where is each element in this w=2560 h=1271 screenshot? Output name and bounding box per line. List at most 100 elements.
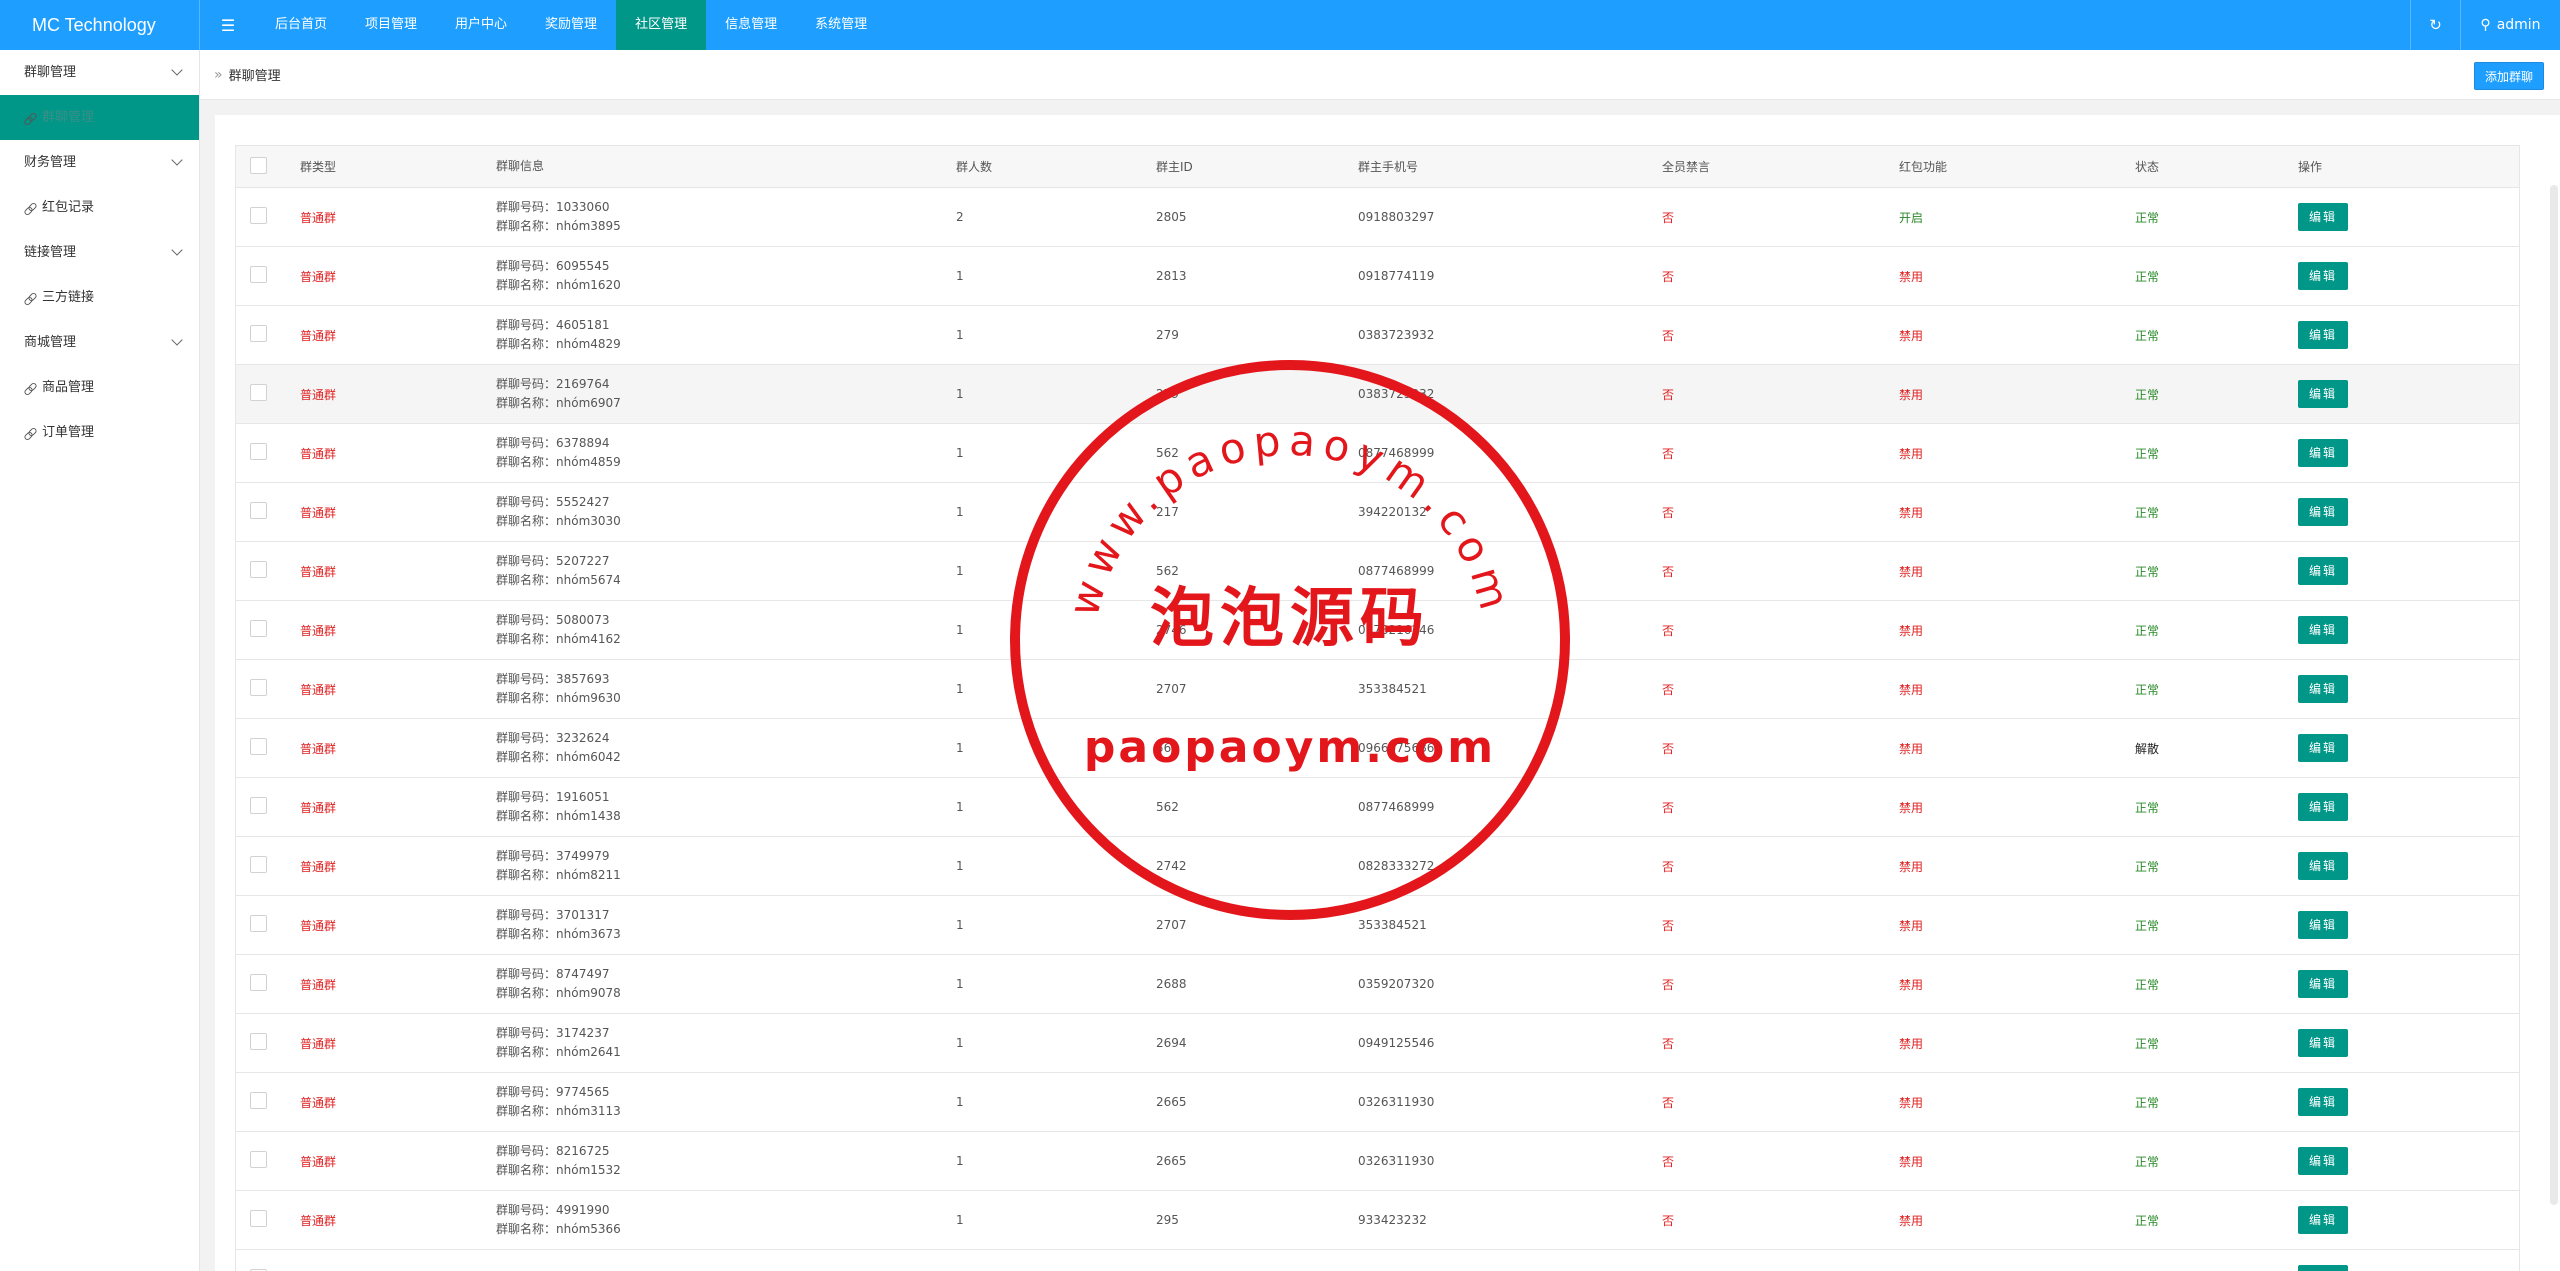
row-checkbox[interactable]: [250, 1210, 267, 1227]
user-menu[interactable]: ⚲ admin: [2460, 0, 2560, 50]
table-row: 普通群群聊号码：5839915编辑: [235, 1250, 2520, 1271]
group-name-line: 群聊名称：nhóm4859: [496, 453, 956, 472]
group-name-label: 群聊名称：: [496, 278, 557, 292]
top-nav-item[interactable]: 后台首页: [256, 0, 346, 50]
row-checkbox[interactable]: [250, 384, 267, 401]
sidebar-item[interactable]: 群聊管理: [0, 95, 199, 140]
row-checkbox[interactable]: [250, 856, 267, 873]
sidebar-item[interactable]: 财务管理: [0, 140, 199, 185]
group-number: 6378894: [556, 436, 610, 450]
edit-button[interactable]: 编辑: [2298, 262, 2349, 290]
row-select-cell: [236, 384, 296, 404]
actions-cell: 编辑: [2298, 1029, 2498, 1057]
row-checkbox[interactable]: [250, 266, 267, 283]
edit-button[interactable]: 编辑: [2298, 557, 2349, 585]
edit-button[interactable]: 编辑: [2298, 203, 2349, 231]
add-group-button[interactable]: 添加群聊: [2473, 62, 2544, 90]
mute-all: 否: [1662, 682, 1675, 697]
sidebar-item[interactable]: 群聊管理: [0, 50, 199, 95]
group-number: 1916051: [556, 790, 610, 804]
group-name-label: 群聊名称：: [496, 927, 557, 941]
owner-id: 566: [1156, 741, 1179, 755]
group-type: 普通群: [300, 505, 337, 520]
row-checkbox[interactable]: [250, 738, 267, 755]
sidebar-item[interactable]: 三方链接: [0, 275, 199, 320]
owner-id: 2805: [1156, 210, 1187, 224]
row-checkbox[interactable]: [250, 443, 267, 460]
group-name: nhóm3030: [556, 514, 621, 528]
group-table: 群类型 群聊信息 群人数 群主ID 群主手机号 全员禁言 红包功能 状态 操作 普通群 群聊号码：1…: [235, 145, 2520, 1271]
edit-button[interactable]: 编辑: [2298, 734, 2349, 762]
group-name-label: 群聊名称：: [496, 868, 557, 882]
group-name: nhóm1438: [556, 809, 621, 823]
sidebar-item[interactable]: 订单管理: [0, 410, 199, 455]
top-nav-item[interactable]: 奖励管理: [526, 0, 616, 50]
top-nav-item[interactable]: 用户中心: [436, 0, 526, 50]
group-name-line: 群聊名称：nhóm4829: [496, 335, 956, 354]
edit-button[interactable]: 编辑: [2298, 616, 2349, 644]
group-number: 3857693: [556, 672, 610, 686]
owner-phone: 0326311930: [1358, 1154, 1435, 1168]
sidebar-item[interactable]: 商城管理: [0, 320, 199, 365]
sidebar-item[interactable]: 红包记录: [0, 185, 199, 230]
edit-button[interactable]: 编辑: [2298, 911, 2349, 939]
edit-button[interactable]: 编辑: [2298, 1147, 2349, 1175]
row-checkbox[interactable]: [250, 797, 267, 814]
edit-button[interactable]: 编辑: [2298, 852, 2349, 880]
sidebar-item[interactable]: 链接管理: [0, 230, 199, 275]
refresh-icon[interactable]: ↻: [2410, 0, 2460, 50]
group-number: 3701317: [556, 908, 610, 922]
row-checkbox[interactable]: [250, 1033, 267, 1050]
row-checkbox[interactable]: [250, 325, 267, 342]
edit-button[interactable]: 编辑: [2298, 1265, 2349, 1271]
table-row: 普通群 群聊号码：6095545 群聊名称：nhóm1620 1 2813 0918774…: [235, 247, 2520, 306]
edit-button[interactable]: 编辑: [2298, 1088, 2349, 1116]
row-checkbox[interactable]: [250, 974, 267, 991]
row-checkbox[interactable]: [250, 561, 267, 578]
group-name-line: 群聊名称：nhóm1438: [496, 807, 956, 826]
group-name: nhóm4162: [556, 632, 621, 646]
owner-phone: 394220132: [1358, 505, 1427, 519]
status-badge: 解散: [2135, 741, 2160, 756]
row-checkbox[interactable]: [250, 1151, 267, 1168]
row-checkbox[interactable]: [250, 502, 267, 519]
menu-toggle-icon[interactable]: ☰: [200, 0, 256, 50]
row-checkbox[interactable]: [250, 207, 267, 224]
top-nav-item[interactable]: 系统管理: [796, 0, 886, 50]
row-checkbox[interactable]: [250, 679, 267, 696]
sidebar-item[interactable]: 商品管理: [0, 365, 199, 410]
sidebar-item-label: 订单管理: [42, 425, 95, 440]
owner-id: 217: [1156, 505, 1179, 519]
group-name-label: 群聊名称：: [496, 396, 557, 410]
table-row: 普通群 群聊号码：4991990 群聊名称：nhóm5366 1 295 93342323…: [235, 1191, 2520, 1250]
select-all-checkbox[interactable]: [250, 156, 267, 174]
edit-button[interactable]: 编辑: [2298, 380, 2349, 408]
mute-all: 否: [1662, 623, 1675, 638]
edit-button[interactable]: 编辑: [2298, 970, 2349, 998]
edit-button[interactable]: 编辑: [2298, 1029, 2349, 1057]
owner-phone: 0383723932: [1358, 328, 1435, 342]
edit-button[interactable]: 编辑: [2298, 793, 2349, 821]
mute-all: 否: [1662, 210, 1675, 225]
scrollbar[interactable]: [2550, 185, 2558, 1205]
top-nav-item[interactable]: 项目管理: [346, 0, 436, 50]
edit-button[interactable]: 编辑: [2298, 1206, 2349, 1234]
top-nav-item[interactable]: 社区管理: [616, 0, 707, 50]
redpacket-status: 禁用: [1899, 328, 1924, 343]
edit-button[interactable]: 编辑: [2298, 675, 2349, 703]
edit-button[interactable]: 编辑: [2298, 498, 2349, 526]
edit-button[interactable]: 编辑: [2298, 439, 2349, 467]
actions-cell: 编辑: [2298, 1206, 2498, 1234]
row-checkbox[interactable]: [250, 1092, 267, 1109]
group-number-line: 群聊号码：5552427: [496, 493, 956, 512]
group-type: 普通群: [300, 623, 337, 638]
row-checkbox[interactable]: [250, 620, 267, 637]
top-nav-item[interactable]: 信息管理: [706, 0, 796, 50]
group-number-label: 群聊号码：: [496, 849, 557, 863]
row-checkbox[interactable]: [250, 915, 267, 932]
row-select-cell: [236, 207, 296, 227]
group-type: 普通群: [300, 918, 337, 933]
table-row: 普通群 群聊号码：8747497 群聊名称：nhóm9078 1 2688 0359207…: [235, 955, 2520, 1014]
edit-button[interactable]: 编辑: [2298, 321, 2349, 349]
chevron-down-icon: [171, 154, 183, 166]
